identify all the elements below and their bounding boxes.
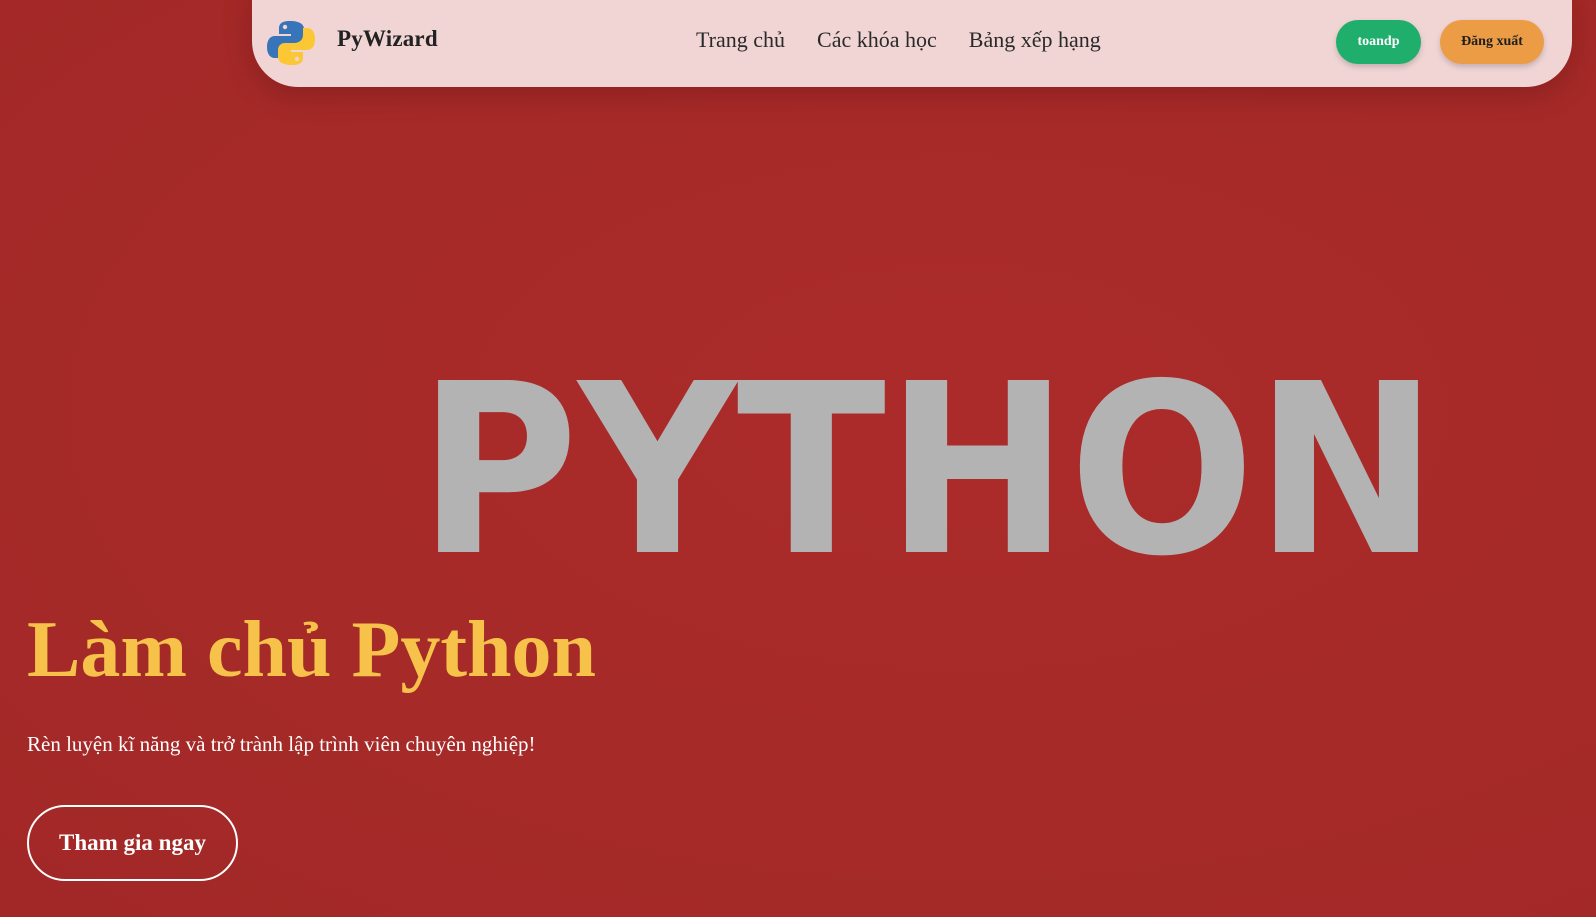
python-wordmark-text: PYTHON (418, 360, 1438, 570)
nav-link-home[interactable]: Trang chủ (696, 27, 785, 53)
main-nav: Trang chủ Các khóa học Bảng xếp hạng (696, 27, 1101, 53)
hero-subtitle: Rèn luyện kĩ năng và trở trành lập trình… (27, 732, 536, 756)
python-logo-icon[interactable] (266, 18, 316, 68)
user-profile-button[interactable]: toandp (1336, 20, 1421, 64)
python-wordmark-image: PYTHON (418, 360, 1438, 570)
nav-link-leaderboard[interactable]: Bảng xếp hạng (969, 27, 1101, 53)
nav-link-courses[interactable]: Các khóa học (817, 27, 937, 53)
hero-title: Làm chủ Python (27, 606, 596, 694)
join-now-button[interactable]: Tham gia ngay (27, 805, 238, 881)
brand-name[interactable]: PyWizard (337, 26, 438, 52)
logout-button[interactable]: Đăng xuất (1440, 20, 1544, 64)
